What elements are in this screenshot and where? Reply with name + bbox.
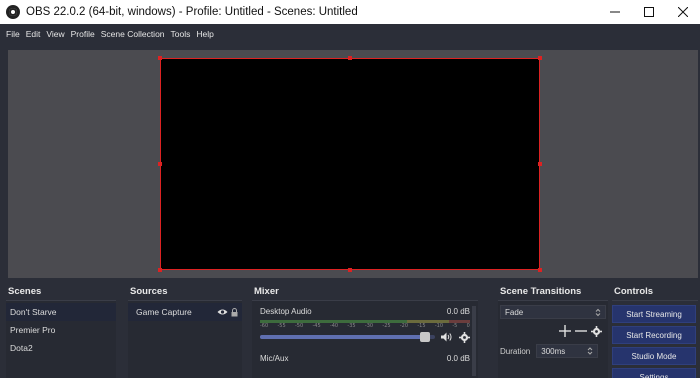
menu-help[interactable]: Help (196, 29, 213, 39)
channel-header: Mic/Aux 0.0 dB (260, 354, 470, 366)
sources-title: Sources (130, 286, 168, 297)
source-item[interactable]: Game Capture (128, 303, 242, 321)
transition-select[interactable]: Fade (500, 305, 606, 319)
resize-handle-left[interactable] (158, 162, 162, 166)
meter-tick: -30 (364, 323, 374, 329)
menu-view[interactable]: View (46, 29, 64, 39)
close-button[interactable] (666, 0, 700, 24)
menu-scene-collection[interactable]: Scene Collection (101, 29, 165, 39)
volume-slider[interactable] (260, 332, 435, 342)
meter-tick: -25 (382, 323, 391, 329)
transitions-title: Scene Transitions (500, 286, 582, 297)
menu-file[interactable]: File (6, 29, 20, 39)
transition-selected: Fade (505, 307, 524, 317)
maximize-button[interactable] (632, 0, 666, 24)
resize-handle-bottom-right[interactable] (538, 268, 542, 272)
minus-icon[interactable] (575, 325, 587, 337)
volume-row (260, 330, 470, 344)
channel-header: Desktop Audio 0.0 dB (260, 307, 470, 319)
start-streaming-button[interactable]: Start Streaming (612, 305, 696, 323)
resize-handle-top[interactable] (348, 56, 352, 60)
mixer-body: Desktop Audio 0.0 dB -60 -55 -50 -45 -40… (252, 301, 478, 378)
transition-buttons (500, 323, 606, 339)
studio-mode-button[interactable]: Studio Mode (612, 347, 696, 365)
controls-dock: Controls Start Streaming Start Recording… (612, 284, 698, 378)
mixer-dock: Mixer Desktop Audio 0.0 dB -60 -55 -50 -… (252, 284, 478, 378)
meter-tick: -15 (417, 323, 426, 329)
menu-profile[interactable]: Profile (71, 29, 95, 39)
duration-value: 300ms (541, 346, 566, 356)
source-icons (217, 307, 238, 317)
sources-list: Game Capture (128, 301, 242, 378)
duration-row: Duration 300ms (500, 343, 606, 359)
scene-transitions-dock: Scene Transitions Fade Duration 300ms (498, 284, 608, 378)
window-title: OBS 22.0.2 (64-bit, windows) - Profile: … (26, 6, 358, 18)
resize-handle-bottom-left[interactable] (158, 268, 162, 272)
meter-tick: -55 (277, 323, 286, 329)
spin-arrows-icon[interactable] (587, 346, 593, 356)
maximize-icon (644, 7, 654, 17)
resize-handle-bottom[interactable] (348, 268, 352, 272)
meter-tick: -5 (452, 323, 458, 329)
volume-slider-fill (260, 335, 430, 339)
channel-name: Desktop Audio (260, 307, 312, 316)
transitions-body: Fade Duration 300ms (498, 301, 608, 378)
duration-label: Duration (500, 346, 531, 356)
lock-icon[interactable] (231, 307, 238, 317)
menu-bar: File Edit View Profile Scene Collection … (0, 24, 700, 44)
plus-icon[interactable] (559, 325, 571, 337)
mixer-channel-desktop-audio: Desktop Audio 0.0 dB -60 -55 -50 -45 -40… (260, 307, 470, 344)
menu-tools[interactable]: Tools (171, 29, 191, 39)
mixer-scrollbar[interactable] (472, 306, 476, 376)
start-recording-button[interactable]: Start Recording (612, 326, 696, 344)
chevron-updown-icon (595, 308, 601, 316)
scenes-dock: Scenes Don't Starve Premier Pro Dota2 (6, 284, 116, 378)
obs-logo-icon (6, 5, 20, 19)
scene-item[interactable]: Premier Pro (6, 321, 116, 339)
scene-item[interactable]: Don't Starve (6, 303, 116, 321)
meter-tick: -50 (294, 323, 304, 329)
meter-tick: -45 (312, 323, 321, 329)
meter-tick: -10 (434, 323, 444, 329)
preview-canvas[interactable] (158, 56, 542, 272)
channel-level: 0.0 dB (446, 354, 470, 363)
controls-title: Controls (614, 286, 654, 297)
minimize-button[interactable] (598, 0, 632, 24)
resize-handle-top-left[interactable] (158, 56, 162, 60)
scenes-list: Don't Starve Premier Pro Dota2 (6, 301, 116, 378)
mixer-title: Mixer (254, 286, 279, 297)
gear-icon[interactable] (459, 331, 470, 343)
settings-button[interactable]: Settings (612, 368, 696, 378)
window-controls (598, 0, 700, 24)
sources-dock: Sources Game Capture (128, 284, 242, 378)
resize-handle-right[interactable] (538, 162, 542, 166)
menu-edit[interactable]: Edit (26, 29, 41, 39)
mixer-channel-mic-aux: Mic/Aux 0.0 dB (260, 354, 470, 366)
meter-ticks: -60 -55 -50 -45 -40 -35 -30 -25 -20 -15 … (260, 323, 470, 330)
scene-item[interactable]: Dota2 (6, 339, 116, 357)
meter-tick: -40 (329, 323, 339, 329)
controls-body: Start Streaming Start Recording Studio M… (612, 301, 698, 378)
title-bar: OBS 22.0.2 (64-bit, windows) - Profile: … (0, 0, 700, 24)
channel-level: 0.0 dB (446, 307, 470, 316)
close-icon (678, 7, 688, 17)
source-name: Game Capture (136, 307, 192, 317)
gear-icon[interactable] (591, 325, 602, 337)
meter-tick: -60 (260, 323, 269, 329)
scenes-title: Scenes (8, 286, 42, 297)
resize-handle-top-right[interactable] (538, 56, 542, 60)
minimize-icon (610, 11, 620, 13)
meter-tick: -20 (399, 323, 409, 329)
channel-name: Mic/Aux (260, 354, 289, 363)
volume-slider-knob[interactable] (419, 332, 430, 342)
duration-input[interactable]: 300ms (536, 344, 599, 358)
meter-tick: 0 (466, 323, 470, 329)
speaker-icon[interactable] (441, 332, 453, 342)
meter-tick: -35 (347, 323, 356, 329)
eye-icon[interactable] (217, 308, 228, 316)
